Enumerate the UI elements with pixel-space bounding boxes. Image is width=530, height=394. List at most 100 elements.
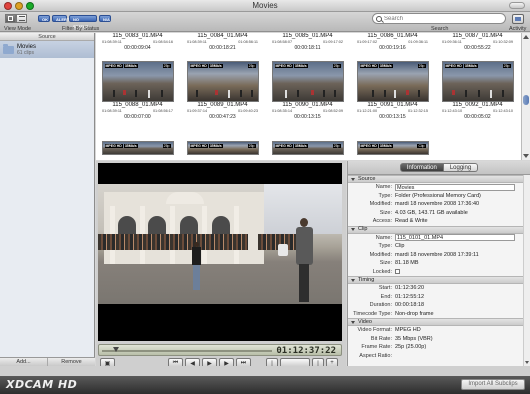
clip-item[interactable]: 115_0083_01.MP4 01:08:39:11 01:08:54:16 0…: [100, 33, 175, 51]
video-section-header[interactable]: Video: [348, 318, 530, 326]
remove-source-button[interactable]: Remove: [48, 358, 95, 366]
clip-item[interactable]: MPEG HD 35Mb/s 25p 115_0092_01.MP4 01:12:…: [440, 61, 515, 120]
timing-section-header[interactable]: Timing: [348, 276, 530, 284]
basilica-image: [104, 192, 264, 264]
timecode-type-value: Non-drop frame: [395, 310, 434, 317]
video-frame: [98, 184, 342, 304]
section-title: Source: [358, 175, 376, 182]
clip-name-field[interactable]: 115_0101_01.MP4: [395, 234, 515, 242]
clip-item[interactable]: 115_0086_01.MP4 01:09:17:02 01:09:36:11 0…: [355, 33, 430, 51]
fps-badge: 25p: [417, 64, 426, 68]
clip-badge: Clip: [417, 144, 426, 148]
scroll-up-arrow-icon[interactable]: [523, 35, 529, 39]
folder-icon: [3, 43, 14, 54]
timing-start-value: 01:12:36:20: [395, 285, 425, 292]
status-divider: [0, 366, 530, 376]
clip-tc-out: 01:09:17:02: [322, 40, 343, 44]
clip-item[interactable]: 115_0087_01.MP4 01:09:36:11 01:10:32:09 0…: [440, 33, 515, 51]
list-view-button[interactable]: [16, 14, 27, 23]
source-item-movies[interactable]: Movies 61 clips: [0, 41, 94, 58]
toolbar-toggle-button[interactable]: [509, 2, 525, 9]
activity-icon[interactable]: [512, 14, 524, 24]
field-label: Type:: [378, 192, 392, 199]
toolbar: View Mode OK ALERT NO STATUS N/A Filter …: [0, 12, 530, 32]
filter-ok-button[interactable]: OK: [38, 15, 50, 22]
video-preview[interactable]: [98, 163, 342, 341]
search-input[interactable]: [384, 15, 494, 22]
source-section-header[interactable]: Source: [348, 175, 530, 183]
field-label: Modified:: [369, 251, 392, 258]
grid-view-button[interactable]: [5, 14, 16, 23]
clip-duration: 00:00:09:04: [124, 44, 151, 51]
clip-item[interactable]: MPEG HD 35Mb/s 25p: [185, 141, 260, 155]
source-size-value: 4.03 GB, 143.71 GB available: [395, 209, 468, 216]
fps-badge: 25p: [502, 64, 511, 68]
grid-scrollbar[interactable]: [521, 33, 530, 160]
timeline-bar[interactable]: 01:12:37:22: [98, 344, 342, 356]
bitrate-badge: 35Mb/s: [378, 64, 393, 68]
clip-item[interactable]: MPEG HD 35Mb/s 25p 115_0088_01.MP4 01:08:…: [100, 61, 175, 120]
clip-tc-out: 01:12:43:10: [492, 109, 513, 113]
scroll-down-arrow-icon[interactable]: [525, 361, 529, 364]
zoom-window-button[interactable]: [26, 2, 34, 10]
scroll-thumb[interactable]: [523, 95, 529, 105]
format-badge: MPEG HD: [104, 64, 123, 68]
xdcam-logo: XDCAM HD: [6, 378, 78, 391]
clip-name: 115_0090_01.MP4: [282, 102, 333, 108]
add-source-button[interactable]: Add...: [0, 358, 48, 366]
clip-duration: 00:00:05:02: [464, 113, 491, 120]
locked-checkbox[interactable]: [395, 269, 400, 275]
clip-duration: 00:00:47:23: [209, 113, 236, 120]
source-modified-value: mardi 18 novembre 2008 17:36:40: [395, 201, 480, 208]
field-label: Size:: [379, 209, 392, 216]
filter-label: Filter By Status: [62, 26, 100, 32]
clip-item[interactable]: MPEG HD 35Mb/s 25p 115_0089_01.MP4 01:09:…: [185, 61, 260, 120]
clip-item[interactable]: MPEG HD 35Mb/s 25p: [270, 141, 345, 155]
search-icon: [376, 15, 382, 22]
fps-badge: 25p: [332, 64, 341, 68]
clip-name: 115_0091_01.MP4: [367, 102, 418, 108]
clip-name: 115_0083_01.MP4: [112, 33, 163, 39]
clip-item[interactable]: MPEG HD 35Mb/s Clip: [355, 141, 430, 155]
bitrate-badge: 35Mb/s: [208, 144, 223, 148]
clip-thumbnail: MPEG HD 35Mb/s 25p: [356, 61, 429, 102]
clip-item[interactable]: MPEG HD 35Mb/s 25p: [100, 141, 175, 155]
inspector-scrollbar[interactable]: [523, 175, 530, 366]
clip-item[interactable]: MPEG HD 35Mb/s 25p 115_0091_01.MP4 01:12:…: [355, 61, 430, 120]
bitrate-badge: 35Mb/s: [378, 144, 393, 148]
disclosure-triangle-icon: [351, 228, 355, 231]
timing-end-value: 01:12:55:12: [395, 293, 425, 300]
filter-alert-button[interactable]: ALERT: [52, 15, 69, 22]
clip-section-header[interactable]: Clip: [348, 225, 530, 234]
tab-information[interactable]: Information: [399, 163, 444, 172]
field-label: Duration:: [369, 302, 392, 309]
tab-logging[interactable]: Logging: [443, 163, 479, 172]
clip-item[interactable]: MPEG HD 35Mb/s 25p 115_0090_01.MP4 01:08:…: [270, 61, 345, 120]
clip-thumbnail: MPEG HD 35Mb/s 25p: [271, 141, 344, 155]
fps-badge: 25p: [247, 64, 256, 68]
inspector-tabs: Information Logging: [348, 161, 530, 175]
view-mode-control: [5, 14, 27, 23]
field-label: Start:: [378, 285, 392, 292]
field-label: Modified:: [369, 201, 392, 208]
source-clip-count: 61 clips: [17, 49, 34, 56]
source-name-field[interactable]: Movies: [395, 183, 515, 191]
field-label: Locked:: [372, 268, 392, 275]
source-sidebar: Source Movies 61 clips Add... Remove: [0, 33, 95, 366]
field-label: Name:: [375, 184, 392, 191]
scrubber-track[interactable]: [102, 350, 272, 352]
scroll-down-arrow-icon[interactable]: [523, 154, 529, 158]
clip-item[interactable]: 115_0084_01.MP4 01:08:39:11 01:08:56:11 0…: [185, 33, 260, 51]
field-label: Bit Rate:: [370, 335, 392, 342]
import-all-subclips-button[interactable]: Import All Subclips: [461, 379, 525, 390]
clip-item[interactable]: 115_0085_01.MP4 01:08:58:07 01:09:17:02 0…: [270, 33, 345, 51]
bitrate-badge: 35Mb/s: [293, 64, 308, 68]
filter-no-status-button[interactable]: NO STATUS: [69, 15, 97, 29]
playhead-icon[interactable]: [113, 347, 119, 352]
search-field[interactable]: [372, 13, 506, 24]
clip-name: 115_0088_01.MP4: [112, 102, 163, 108]
search-label: Search: [431, 26, 449, 32]
filter-na-button[interactable]: N/A: [99, 15, 111, 22]
minimize-window-button[interactable]: [15, 2, 23, 10]
close-window-button[interactable]: [4, 2, 12, 10]
